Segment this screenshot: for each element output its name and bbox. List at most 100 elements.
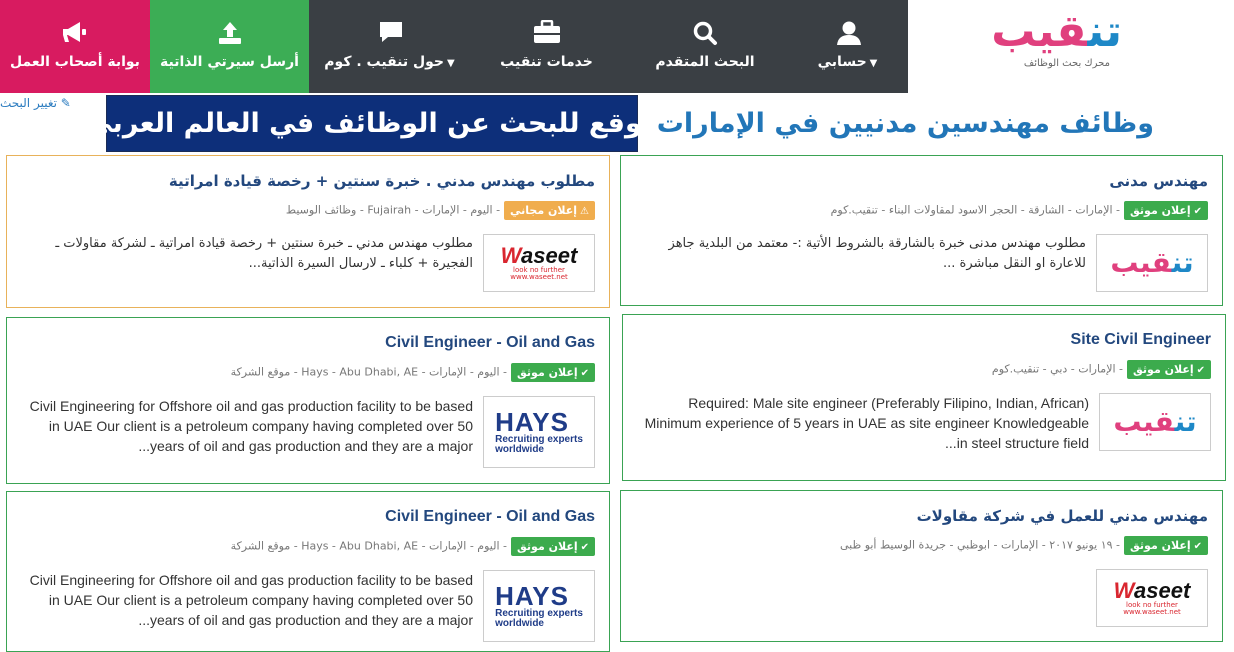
logo-text: aseet (1134, 578, 1191, 603)
job-meta: ✔إعلان موثق - اليوم - الإمارات - Hays - A… (21, 363, 595, 382)
logo-text-accent: قيب (1113, 405, 1175, 438)
check-icon: ✔ (1196, 365, 1205, 376)
job-description: مطلوب مهندس مدني ـ خبرة سنتين + رخصة قيا… (55, 236, 473, 271)
logo-text: تن (1174, 405, 1197, 438)
job-title[interactable]: Civil Engineer - Oil and Gas (21, 334, 595, 352)
user-icon (790, 20, 908, 48)
warning-icon: ⚠ (580, 206, 589, 217)
job-meta: ✔إعلان موثق - اليوم - الإمارات - Hays - A… (21, 537, 595, 556)
job-title[interactable]: Site Civil Engineer (637, 331, 1211, 349)
logo-tagline: worldwide (495, 444, 544, 455)
briefcase-icon (473, 20, 620, 48)
verified-badge: ✔إعلان موثق (1127, 360, 1211, 379)
badge-label: إعلان مجاني (510, 204, 578, 217)
job-card[interactable]: Civil Engineer - Oil and Gas ✔إعلان موثق… (6, 491, 610, 652)
meta-text: - اليوم - الإمارات - Fujairah - وظائف ال… (285, 203, 501, 217)
nav-about-dropdown[interactable]: حول تنقيب . كوم ▼ (309, 0, 473, 93)
job-title[interactable]: مهندس مدني للعمل في شركة مقاولات (635, 507, 1208, 525)
company-logo[interactable]: Waseet look no further www.waseet.net (483, 234, 595, 292)
nav-send-cv[interactable]: أرسل سيرتي الذاتية (150, 0, 309, 93)
change-search-label: تغيير البحث (0, 96, 57, 110)
tanqeeb-logo: تنقيب (1113, 408, 1196, 436)
job-description: Civil Engineering for Offshore oil and g… (29, 572, 473, 628)
job-meta: ✔إعلان موثق - الإمارات - دبي - تنقيب.كوم (637, 360, 1211, 379)
nav-send-cv-label: أرسل سيرتي الذاتية (160, 54, 299, 70)
verified-badge: ✔إعلان موثق (511, 537, 595, 556)
job-description: مطلوب مهندس مدنى خبرة بالشارقة بالشروط ا… (668, 236, 1086, 271)
logo-text: HAYS (495, 407, 569, 437)
chevron-down-icon: ▼ (447, 58, 455, 69)
logo-word-accent: قيب (991, 6, 1088, 57)
meta-text: - الإمارات - الشارقة - الحجر الاسود لمقا… (830, 203, 1120, 217)
pencil-icon: ✎ (60, 96, 71, 110)
nav-services-label: خدمات تنقيب (500, 54, 593, 70)
nav-employers-portal[interactable]: بوابة أصحاب العمل (0, 0, 150, 93)
job-card[interactable]: مهندس مدني للعمل في شركة مقاولات ✔إعلان … (620, 490, 1223, 642)
meta-text: - اليوم - الإمارات - Hays - Abu Dhabi, A… (230, 365, 507, 379)
job-title[interactable]: مهندس مدنى (635, 172, 1208, 190)
promo-banner[interactable]: موقع للبحث عن الوظائف في العالم العربي (85, 95, 659, 152)
job-card[interactable]: Site Civil Engineer ✔إعلان موثق - الإمارا… (622, 314, 1226, 481)
job-meta: ⚠إعلان مجاني- اليوم - الإمارات - Fujaira… (21, 201, 595, 220)
nav-advanced-search[interactable]: البحث المتقدم (620, 0, 790, 93)
logo-tagline: worldwide (495, 618, 544, 629)
change-search-link[interactable]: تغيير البحث ✎ (0, 96, 71, 110)
chat-bubble-icon (309, 20, 473, 48)
megaphone-icon (0, 20, 150, 48)
badge-label: إعلان موثق (1130, 539, 1191, 552)
nav-advanced-search-label: البحث المتقدم (655, 54, 755, 70)
badge-label: إعلان موثق (1133, 363, 1194, 376)
logo-url: www.waseet.net (510, 273, 568, 281)
logo-tagline: محرك بحث الوظائف (1023, 58, 1110, 69)
nav-employers-label: بوابة أصحاب العمل (10, 54, 140, 70)
logo-text-accent: W (1113, 578, 1135, 603)
company-logo[interactable]: HAYS Recruiting experts worldwide (483, 396, 595, 468)
chevron-down-icon: ▼ (869, 58, 878, 69)
nav-about-label: حول تنقيب . كوم (324, 54, 444, 70)
upload-icon (150, 20, 309, 48)
logo-url: www.waseet.net (1123, 608, 1181, 616)
company-logo[interactable]: Waseet look no further www.waseet.net (1096, 569, 1208, 627)
logo-text: تن (1171, 246, 1194, 279)
job-description: Civil Engineering for Offshore oil and g… (29, 398, 473, 454)
badge-label: إعلان موثق (517, 540, 578, 553)
job-meta: ✔إعلان موثق - الإمارات - الشارقة - الحجر … (635, 201, 1208, 220)
free-badge: ⚠إعلان مجاني (504, 201, 595, 220)
nav-account-dropdown[interactable]: حسابي ▼ (790, 0, 908, 93)
page-title: وظائف مهندسين مدنيين في الإمارات (656, 108, 1154, 139)
meta-text: - اليوم - الإمارات - Hays - Abu Dhabi, A… (230, 539, 507, 553)
logo-text: HAYS (495, 581, 569, 611)
search-icon (620, 20, 790, 48)
logo-spacer (908, 0, 943, 93)
company-logo[interactable]: HAYS Recruiting experts worldwide (483, 570, 595, 642)
job-description: Required: Male site engineer (Preferably… (644, 395, 1089, 451)
waseet-logo: Waseet look no further www.waseet.net (1114, 580, 1191, 616)
waseet-logo: Waseet look no further www.waseet.net (501, 245, 578, 281)
check-icon: ✔ (580, 542, 589, 553)
logo-text: aseet (521, 243, 578, 268)
site-logo[interactable]: تنقيب محرك بحث الوظائف (943, 0, 1234, 93)
job-card[interactable]: Civil Engineer - Oil and Gas ✔إعلان موثق… (6, 317, 610, 484)
check-icon: ✔ (1193, 206, 1202, 217)
company-logo[interactable]: تنقيب (1096, 234, 1208, 292)
nav-account-label: حسابي (817, 54, 867, 70)
tanqeeb-logo: تنقيب (1110, 249, 1193, 277)
logo-word-main: تن (1087, 6, 1122, 57)
company-logo[interactable]: تنقيب (1099, 393, 1211, 451)
job-title[interactable]: مطلوب مهندس مدني . خبرة سنتين + رخصة قيا… (21, 172, 595, 190)
badge-label: إعلان موثق (1130, 204, 1191, 217)
nav-services[interactable]: خدمات تنقيب (473, 0, 620, 93)
job-title[interactable]: Civil Engineer - Oil and Gas (21, 508, 595, 526)
job-card[interactable]: مهندس مدنى ✔إعلان موثق - الإمارات - الشار… (620, 155, 1223, 306)
hays-logo: HAYS Recruiting experts worldwide (495, 409, 583, 455)
meta-text: - الإمارات - دبي - تنقيب.كوم (991, 362, 1123, 376)
badge-label: إعلان موثق (517, 366, 578, 379)
check-icon: ✔ (1193, 541, 1202, 552)
verified-badge: ✔إعلان موثق (1124, 536, 1208, 555)
meta-text: - ١٩ يونيو ٢٠١٧ - الإمارات - ابوظبي - جر… (839, 538, 1120, 552)
job-meta: ✔إعلان موثق - ١٩ يونيو ٢٠١٧ - الإمارات - … (635, 536, 1208, 555)
job-card[interactable]: مطلوب مهندس مدني . خبرة سنتين + رخصة قيا… (6, 155, 610, 308)
check-icon: ✔ (580, 368, 589, 379)
verified-badge: ✔إعلان موثق (1124, 201, 1208, 220)
hays-logo: HAYS Recruiting experts worldwide (495, 583, 583, 629)
